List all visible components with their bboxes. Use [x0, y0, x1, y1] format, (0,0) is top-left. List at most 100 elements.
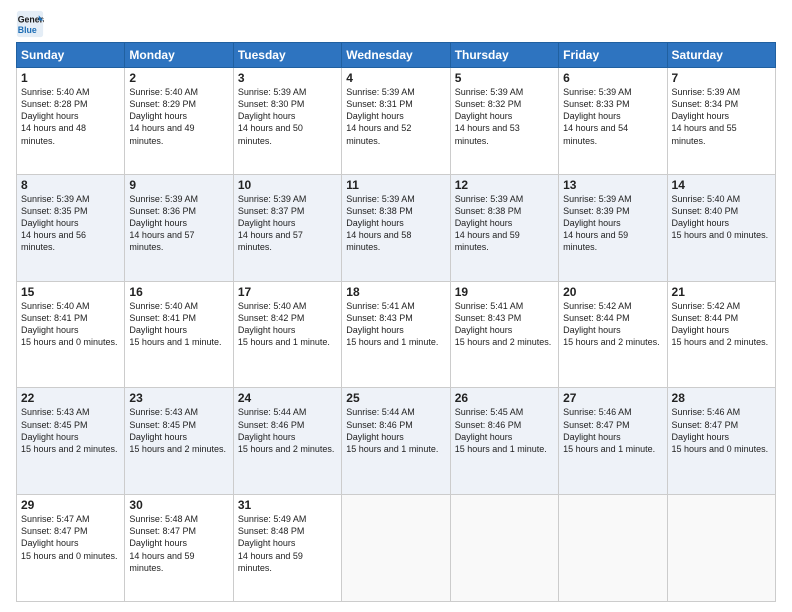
day-info: Sunrise: 5:39 AMSunset: 8:36 PMDaylight … [129, 193, 228, 254]
day-cell-30: 30Sunrise: 5:48 AMSunset: 8:47 PMDayligh… [125, 495, 233, 602]
day-number: 28 [672, 391, 771, 405]
day-cell-23: 23Sunrise: 5:43 AMSunset: 8:45 PMDayligh… [125, 388, 233, 495]
day-info: Sunrise: 5:48 AMSunset: 8:47 PMDaylight … [129, 513, 228, 574]
day-cell-14: 14Sunrise: 5:40 AMSunset: 8:40 PMDayligh… [667, 174, 775, 281]
day-cell-22: 22Sunrise: 5:43 AMSunset: 8:45 PMDayligh… [17, 388, 125, 495]
weekday-header-sunday: Sunday [17, 43, 125, 68]
weekday-header-tuesday: Tuesday [233, 43, 341, 68]
weekday-header-thursday: Thursday [450, 43, 558, 68]
page: General Blue SundayMondayTuesdayWednesda… [0, 0, 792, 612]
logo-icon: General Blue [16, 10, 44, 38]
day-info: Sunrise: 5:39 AMSunset: 8:33 PMDaylight … [563, 86, 662, 147]
day-info: Sunrise: 5:41 AMSunset: 8:43 PMDaylight … [455, 300, 554, 349]
day-number: 10 [238, 178, 337, 192]
day-number: 19 [455, 285, 554, 299]
day-cell-28: 28Sunrise: 5:46 AMSunset: 8:47 PMDayligh… [667, 388, 775, 495]
empty-cell [450, 495, 558, 602]
day-cell-15: 15Sunrise: 5:40 AMSunset: 8:41 PMDayligh… [17, 281, 125, 388]
day-info: Sunrise: 5:44 AMSunset: 8:46 PMDaylight … [238, 406, 337, 455]
day-cell-18: 18Sunrise: 5:41 AMSunset: 8:43 PMDayligh… [342, 281, 450, 388]
day-cell-13: 13Sunrise: 5:39 AMSunset: 8:39 PMDayligh… [559, 174, 667, 281]
day-info: Sunrise: 5:39 AMSunset: 8:34 PMDaylight … [672, 86, 771, 147]
day-info: Sunrise: 5:44 AMSunset: 8:46 PMDaylight … [346, 406, 445, 455]
day-info: Sunrise: 5:42 AMSunset: 8:44 PMDaylight … [672, 300, 771, 349]
day-number: 27 [563, 391, 662, 405]
day-cell-6: 6Sunrise: 5:39 AMSunset: 8:33 PMDaylight… [559, 68, 667, 175]
day-number: 16 [129, 285, 228, 299]
day-number: 11 [346, 178, 445, 192]
day-info: Sunrise: 5:40 AMSunset: 8:41 PMDaylight … [129, 300, 228, 349]
day-number: 12 [455, 178, 554, 192]
day-number: 15 [21, 285, 120, 299]
day-cell-29: 29Sunrise: 5:47 AMSunset: 8:47 PMDayligh… [17, 495, 125, 602]
week-row-1: 1Sunrise: 5:40 AMSunset: 8:28 PMDaylight… [17, 68, 776, 175]
day-info: Sunrise: 5:40 AMSunset: 8:40 PMDaylight … [672, 193, 771, 242]
day-number: 29 [21, 498, 120, 512]
day-number: 7 [672, 71, 771, 85]
day-number: 13 [563, 178, 662, 192]
day-number: 25 [346, 391, 445, 405]
day-number: 31 [238, 498, 337, 512]
day-number: 2 [129, 71, 228, 85]
day-number: 18 [346, 285, 445, 299]
day-info: Sunrise: 5:43 AMSunset: 8:45 PMDaylight … [21, 406, 120, 455]
week-row-3: 15Sunrise: 5:40 AMSunset: 8:41 PMDayligh… [17, 281, 776, 388]
day-number: 4 [346, 71, 445, 85]
day-cell-21: 21Sunrise: 5:42 AMSunset: 8:44 PMDayligh… [667, 281, 775, 388]
day-info: Sunrise: 5:49 AMSunset: 8:48 PMDaylight … [238, 513, 337, 574]
weekday-header-monday: Monday [125, 43, 233, 68]
day-cell-26: 26Sunrise: 5:45 AMSunset: 8:46 PMDayligh… [450, 388, 558, 495]
day-cell-5: 5Sunrise: 5:39 AMSunset: 8:32 PMDaylight… [450, 68, 558, 175]
empty-cell [559, 495, 667, 602]
day-number: 1 [21, 71, 120, 85]
day-cell-31: 31Sunrise: 5:49 AMSunset: 8:48 PMDayligh… [233, 495, 341, 602]
day-cell-2: 2Sunrise: 5:40 AMSunset: 8:29 PMDaylight… [125, 68, 233, 175]
day-cell-16: 16Sunrise: 5:40 AMSunset: 8:41 PMDayligh… [125, 281, 233, 388]
day-cell-3: 3Sunrise: 5:39 AMSunset: 8:30 PMDaylight… [233, 68, 341, 175]
header: General Blue [16, 10, 776, 38]
day-number: 9 [129, 178, 228, 192]
day-number: 17 [238, 285, 337, 299]
day-info: Sunrise: 5:41 AMSunset: 8:43 PMDaylight … [346, 300, 445, 349]
day-number: 23 [129, 391, 228, 405]
day-info: Sunrise: 5:39 AMSunset: 8:38 PMDaylight … [455, 193, 554, 254]
empty-cell [667, 495, 775, 602]
day-info: Sunrise: 5:39 AMSunset: 8:38 PMDaylight … [346, 193, 445, 254]
day-info: Sunrise: 5:45 AMSunset: 8:46 PMDaylight … [455, 406, 554, 455]
weekday-header-friday: Friday [559, 43, 667, 68]
day-info: Sunrise: 5:39 AMSunset: 8:35 PMDaylight … [21, 193, 120, 254]
day-number: 8 [21, 178, 120, 192]
week-row-2: 8Sunrise: 5:39 AMSunset: 8:35 PMDaylight… [17, 174, 776, 281]
day-cell-8: 8Sunrise: 5:39 AMSunset: 8:35 PMDaylight… [17, 174, 125, 281]
day-number: 22 [21, 391, 120, 405]
empty-cell [342, 495, 450, 602]
day-cell-17: 17Sunrise: 5:40 AMSunset: 8:42 PMDayligh… [233, 281, 341, 388]
day-info: Sunrise: 5:39 AMSunset: 8:39 PMDaylight … [563, 193, 662, 254]
week-row-5: 29Sunrise: 5:47 AMSunset: 8:47 PMDayligh… [17, 495, 776, 602]
day-cell-4: 4Sunrise: 5:39 AMSunset: 8:31 PMDaylight… [342, 68, 450, 175]
day-number: 6 [563, 71, 662, 85]
day-number: 3 [238, 71, 337, 85]
day-info: Sunrise: 5:40 AMSunset: 8:29 PMDaylight … [129, 86, 228, 147]
day-cell-11: 11Sunrise: 5:39 AMSunset: 8:38 PMDayligh… [342, 174, 450, 281]
day-number: 30 [129, 498, 228, 512]
day-number: 24 [238, 391, 337, 405]
day-number: 14 [672, 178, 771, 192]
weekday-header-row: SundayMondayTuesdayWednesdayThursdayFrid… [17, 43, 776, 68]
day-info: Sunrise: 5:40 AMSunset: 8:41 PMDaylight … [21, 300, 120, 349]
weekday-header-saturday: Saturday [667, 43, 775, 68]
day-number: 21 [672, 285, 771, 299]
day-info: Sunrise: 5:46 AMSunset: 8:47 PMDaylight … [672, 406, 771, 455]
svg-text:Blue: Blue [18, 25, 37, 35]
day-cell-10: 10Sunrise: 5:39 AMSunset: 8:37 PMDayligh… [233, 174, 341, 281]
day-info: Sunrise: 5:47 AMSunset: 8:47 PMDaylight … [21, 513, 120, 562]
day-info: Sunrise: 5:39 AMSunset: 8:32 PMDaylight … [455, 86, 554, 147]
day-cell-1: 1Sunrise: 5:40 AMSunset: 8:28 PMDaylight… [17, 68, 125, 175]
weekday-header-wednesday: Wednesday [342, 43, 450, 68]
day-cell-25: 25Sunrise: 5:44 AMSunset: 8:46 PMDayligh… [342, 388, 450, 495]
day-info: Sunrise: 5:40 AMSunset: 8:42 PMDaylight … [238, 300, 337, 349]
day-number: 5 [455, 71, 554, 85]
week-row-4: 22Sunrise: 5:43 AMSunset: 8:45 PMDayligh… [17, 388, 776, 495]
day-cell-7: 7Sunrise: 5:39 AMSunset: 8:34 PMDaylight… [667, 68, 775, 175]
day-info: Sunrise: 5:43 AMSunset: 8:45 PMDaylight … [129, 406, 228, 455]
